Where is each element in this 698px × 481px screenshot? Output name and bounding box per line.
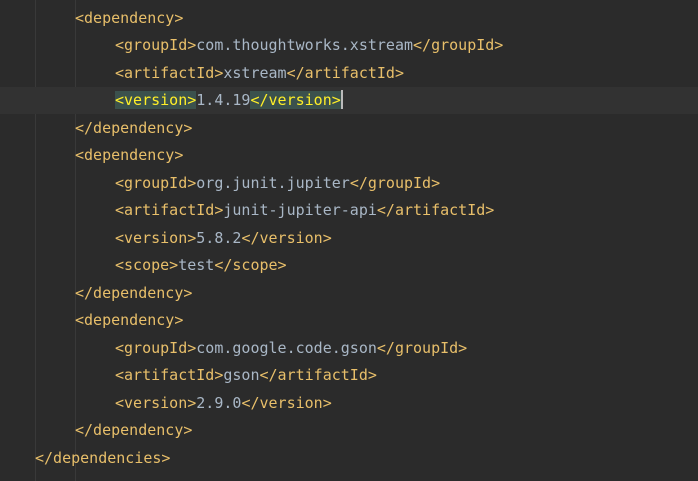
- xml-text-value: test: [178, 256, 215, 274]
- xml-open-tag: <scope>: [115, 256, 179, 274]
- xml-close-tag: </version>: [250, 91, 341, 109]
- code-line[interactable]: </dependency>: [0, 115, 698, 142]
- xml-close-tag: </groupId>: [376, 338, 468, 357]
- xml-open-tag: <groupId>: [115, 338, 197, 357]
- xml-open-tag: </dependencies>: [35, 448, 171, 467]
- xml-text-value: com.thoughtworks.xstream: [196, 36, 414, 54]
- xml-open-tag: <dependency>: [75, 8, 184, 27]
- xml-open-tag: <version>: [115, 393, 197, 412]
- xml-close-tag: </version>: [241, 228, 332, 247]
- code-line[interactable]: <groupId>org.junit.jupiter</groupId>: [0, 170, 698, 197]
- code-line[interactable]: <version>2.9.0</version>: [0, 390, 698, 417]
- code-line[interactable]: </dependency>: [0, 417, 698, 444]
- xml-open-tag: <artifactId>: [115, 366, 224, 384]
- code-line[interactable]: <version>5.8.2</version>: [0, 225, 698, 252]
- code-line[interactable]: <groupId>com.google.code.gson</groupId>: [0, 335, 698, 362]
- xml-open-tag: <artifactId>: [115, 201, 224, 219]
- xml-open-tag: <groupId>: [115, 173, 197, 192]
- xml-close-tag: </artifactId>: [376, 201, 495, 219]
- xml-close-tag: </artifactId>: [259, 366, 377, 384]
- xml-text-value: 2.9.0: [196, 393, 242, 412]
- xml-text-value: xstream: [223, 63, 287, 82]
- xml-text-value: org.junit.jupiter: [196, 173, 350, 192]
- xml-close-tag: </artifactId>: [286, 63, 404, 82]
- xml-open-tag: <version>: [115, 91, 197, 109]
- code-line[interactable]: <artifactId>xstream</artifactId>: [0, 60, 698, 87]
- xml-open-tag: <artifactId>: [115, 63, 224, 82]
- xml-open-tag: </dependency>: [75, 421, 193, 439]
- code-line[interactable]: </dependency>: [0, 280, 698, 307]
- code-line[interactable]: <scope>test</scope>: [0, 252, 698, 279]
- code-line[interactable]: </dependencies>: [0, 445, 698, 472]
- code-line[interactable]: <dependency>: [0, 307, 698, 334]
- xml-open-tag: <groupId>: [115, 36, 197, 54]
- xml-open-tag: <version>: [115, 228, 197, 247]
- xml-open-tag: </dependency>: [75, 283, 193, 302]
- xml-close-tag: </groupId>: [349, 173, 441, 192]
- xml-close-tag: </scope>: [214, 256, 287, 274]
- code-line[interactable]: <artifactId>junit-jupiter-api</artifactI…: [0, 197, 698, 224]
- code-line[interactable]: <artifactId>gson</artifactId>: [0, 362, 698, 389]
- xml-text-value: 1.4.19: [196, 91, 251, 109]
- code-line[interactable]: <dependency>: [0, 5, 698, 32]
- code-editor[interactable]: <dependency> <groupId>com.thoughtworks.xs…: [0, 0, 698, 481]
- xml-close-tag: </version>: [241, 393, 332, 412]
- text-caret: [340, 90, 343, 109]
- xml-text-value: com.google.code.gson: [196, 338, 377, 357]
- xml-close-tag: </groupId>: [413, 36, 504, 54]
- code-line[interactable]: <version>1.4.19</version>: [0, 87, 698, 114]
- code-line[interactable]: <groupId>com.thoughtworks.xstream</group…: [0, 32, 698, 59]
- xml-text-value: gson: [223, 366, 260, 384]
- xml-open-tag: <dependency>: [75, 146, 184, 164]
- code-line[interactable]: <dependency>: [0, 142, 698, 169]
- xml-open-tag: <dependency>: [75, 311, 184, 329]
- xml-text-value: 5.8.2: [196, 228, 242, 247]
- xml-open-tag: </dependency>: [75, 118, 193, 137]
- xml-text-value: junit-jupiter-api: [223, 201, 377, 219]
